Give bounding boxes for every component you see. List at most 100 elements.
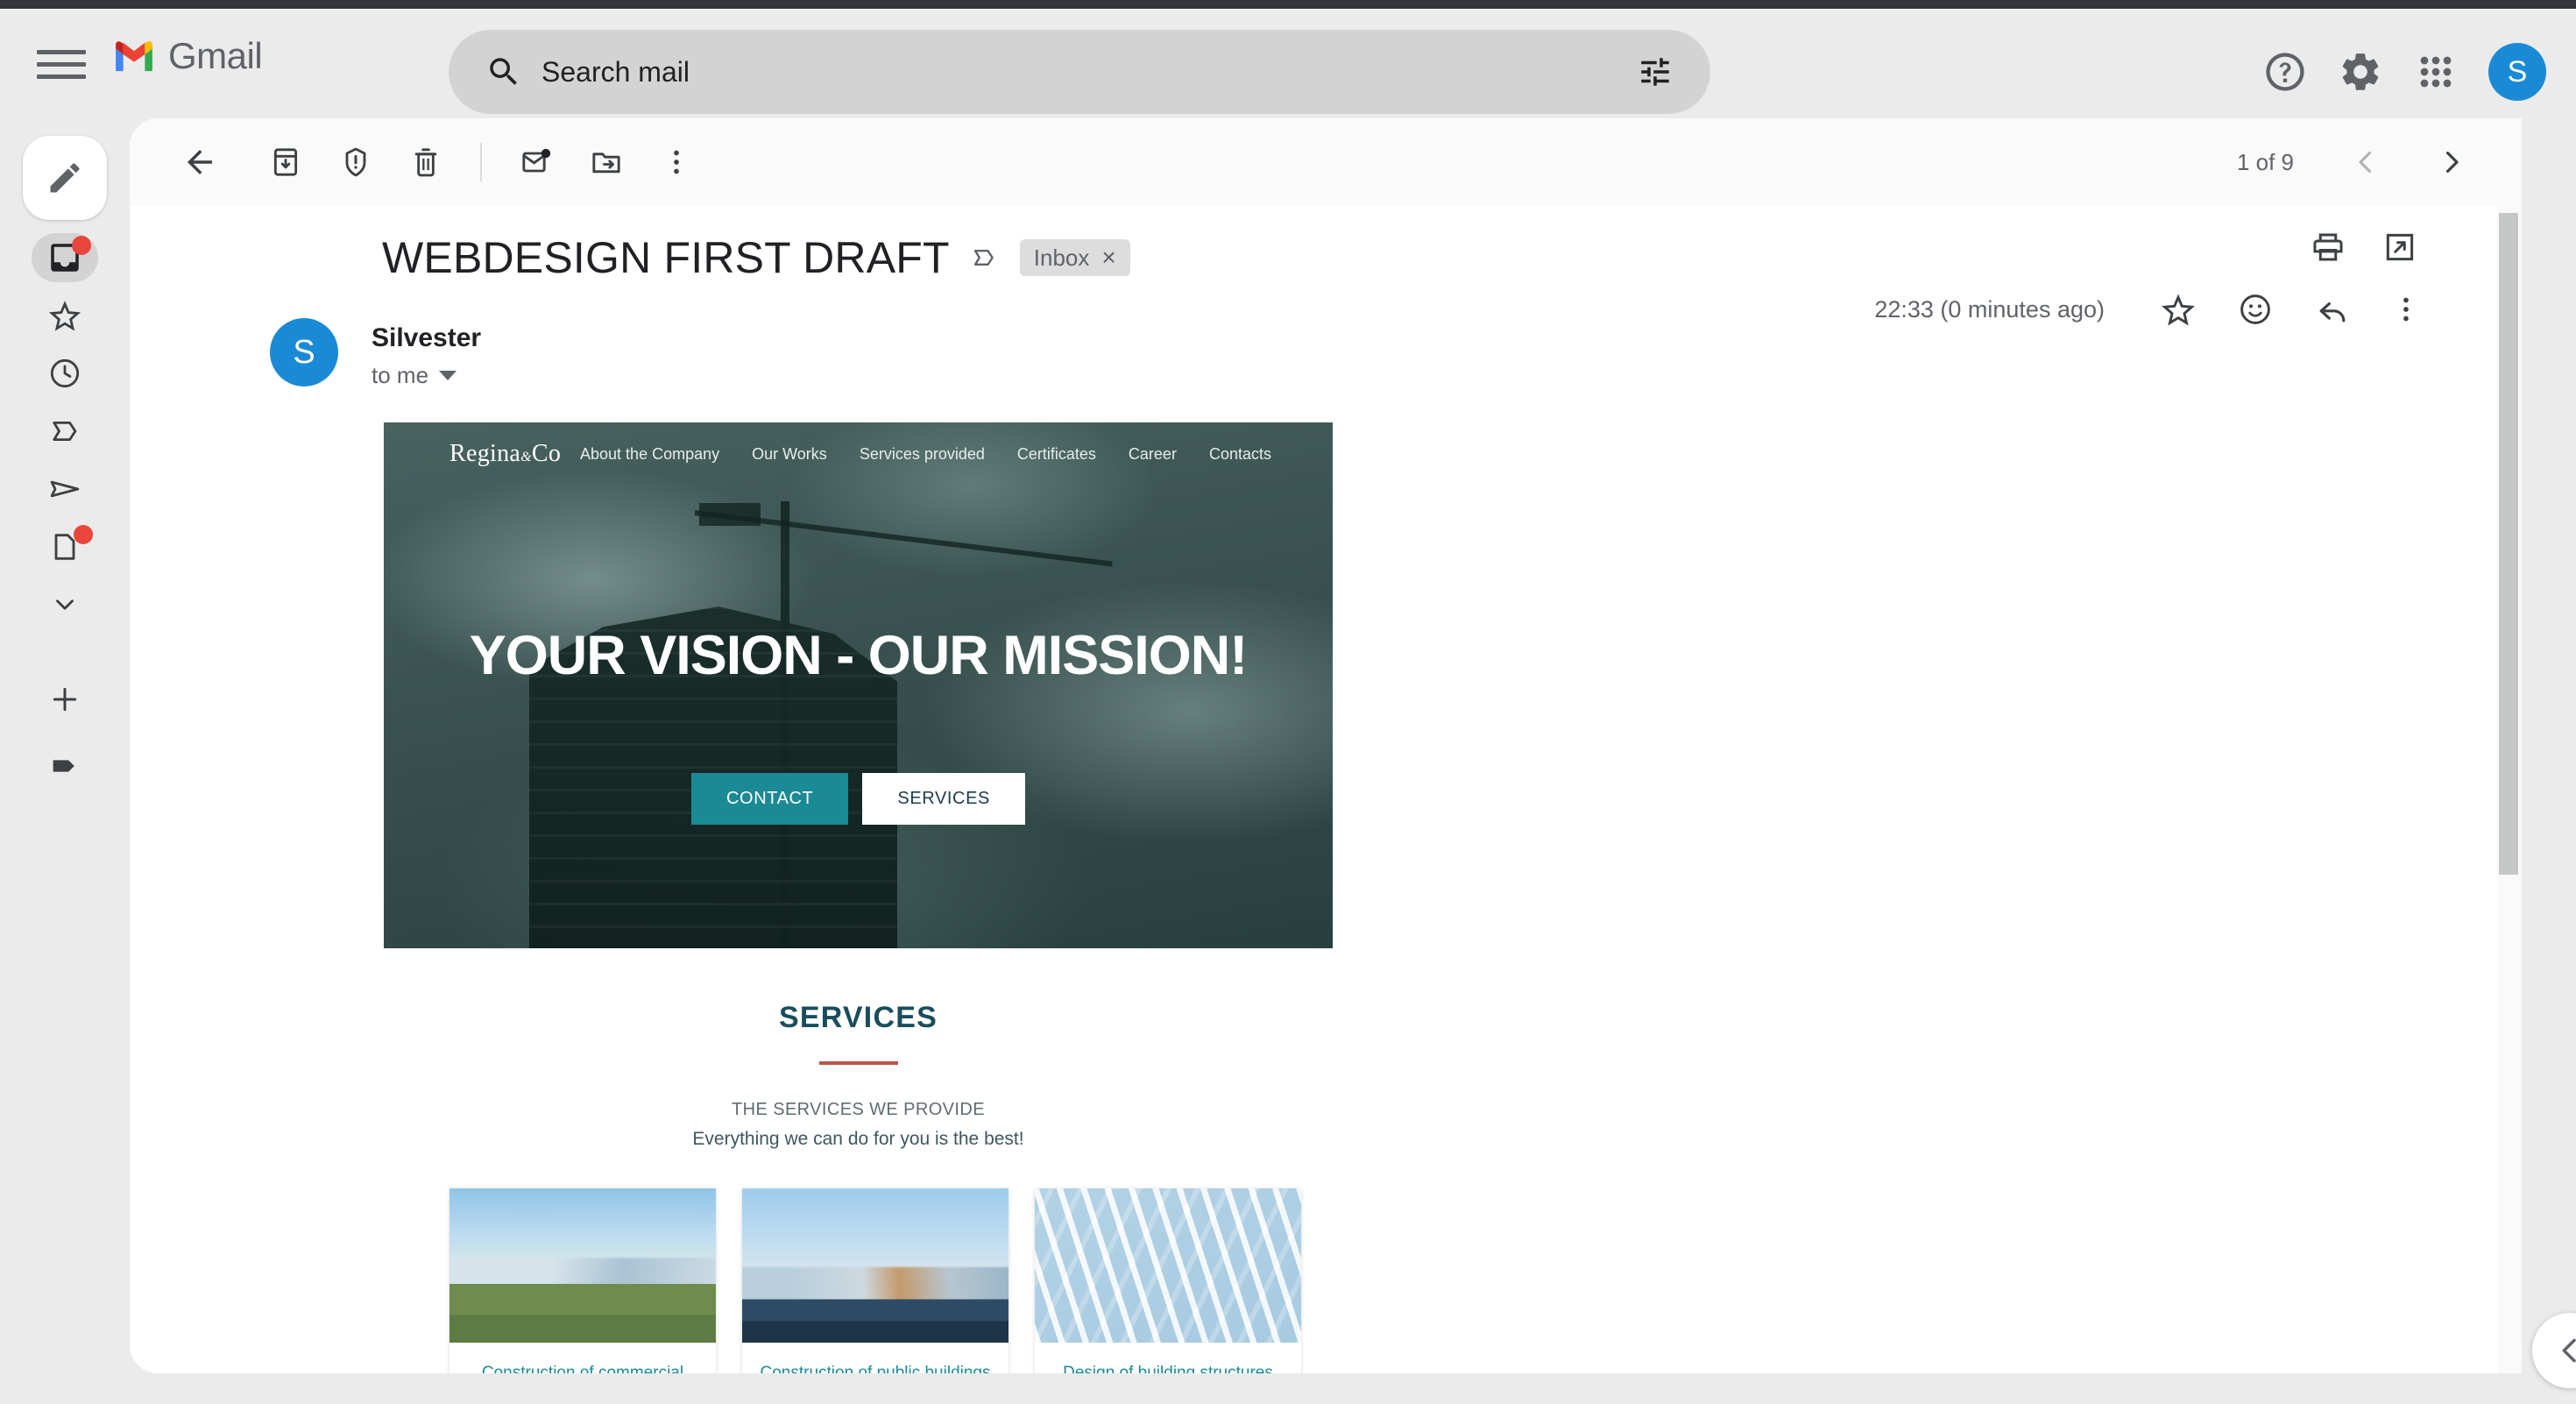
chevron-right-icon — [2445, 151, 2459, 174]
more-vertical-icon[interactable] — [2390, 294, 2422, 325]
reply-icon[interactable] — [2313, 290, 2352, 329]
mark-unread-button[interactable] — [501, 127, 571, 197]
sidebar-item-drafts[interactable] — [32, 520, 98, 574]
sidebar-item-important[interactable] — [32, 404, 98, 458]
brand-label: Gmail — [168, 35, 263, 76]
subject-actions — [2310, 229, 2418, 266]
sidebar-item-inbox[interactable] — [32, 230, 98, 285]
sidebar-item-snoozed[interactable] — [32, 346, 98, 401]
label-chevron-icon[interactable] — [969, 243, 999, 273]
service-card[interactable]: Construction of public buildings More — [742, 1188, 1008, 1373]
sender-avatar[interactable]: S — [270, 318, 338, 386]
gear-icon[interactable] — [2338, 49, 2383, 95]
commercial-building-photo — [449, 1188, 716, 1343]
nav-link-our-works[interactable]: Our Works — [752, 445, 827, 464]
services-subtitle: THE SERVICES WE PROVIDE — [732, 1100, 985, 1119]
nav-link-about[interactable]: About the Company — [580, 445, 719, 464]
crane-cab — [699, 503, 761, 526]
archive-icon — [273, 148, 298, 176]
app-header: Gmail Search mail S — [0, 9, 2576, 118]
contact-button[interactable]: CONTACT — [691, 773, 849, 825]
report-spam-button[interactable] — [321, 127, 391, 197]
hamburger-menu-icon[interactable] — [37, 44, 86, 84]
nav-link-career[interactable]: Career — [1129, 445, 1177, 464]
header-actions: S — [2262, 30, 2546, 114]
avatar-letter: S — [2507, 54, 2528, 89]
nav-link-services-provided[interactable]: Services provided — [860, 445, 985, 464]
help-icon[interactable] — [2262, 49, 2308, 95]
services-section: SERVICES THE SERVICES WE PROVIDE Everyth… — [384, 948, 1333, 1373]
services-cards: Construction of commercial buildings Mor… — [449, 1188, 1301, 1373]
archive-button[interactable] — [251, 127, 321, 197]
chevron-down-icon — [439, 371, 457, 380]
nav-link-certificates[interactable]: Certificates — [1017, 445, 1096, 464]
sidebar-item-labels[interactable] — [32, 739, 98, 793]
sidebar-item-sent[interactable] — [32, 462, 98, 516]
message-toolbar: 1 of 9 — [130, 118, 2522, 206]
window-top-strip — [0, 0, 2576, 9]
message-scrollbar-thumb[interactable] — [2499, 213, 2518, 875]
page-title: WEBDESIGN FIRST DRAFT — [382, 233, 950, 282]
sidebar-item-more[interactable] — [32, 578, 98, 632]
email-message: WEBDESIGN FIRST DRAFT Inbox × S Silveste… — [130, 206, 2497, 1373]
drafts-badge — [74, 525, 93, 544]
side-panel-toggle[interactable] — [2532, 1313, 2576, 1388]
move-to-folder-button[interactable] — [571, 127, 641, 197]
send-paper-plane-icon — [50, 480, 80, 498]
label-chip-inbox[interactable]: Inbox × — [1019, 239, 1130, 276]
avatar[interactable]: S — [2488, 43, 2546, 101]
label-tag-icon — [53, 760, 74, 772]
chevron-down-icon — [56, 599, 74, 610]
search-options-icon[interactable] — [1637, 53, 1674, 90]
pagination-label: 1 of 9 — [2236, 148, 2294, 175]
service-card[interactable]: Design of building structures More — [1035, 1188, 1301, 1373]
sender-avatar-letter: S — [293, 333, 315, 371]
message-pane: 1 of 9 WEBDESIGN FIRST DRAFT Inbox × S S… — [130, 118, 2522, 1373]
mark-unread-icon — [522, 148, 551, 173]
sidebar-add-label-button[interactable] — [32, 672, 98, 727]
more-options-button[interactable] — [641, 127, 711, 197]
site-logo-amp: & — [520, 450, 532, 464]
gmail-logo-icon — [116, 41, 152, 72]
chevron-left-icon — [2359, 151, 2372, 174]
site-logo[interactable]: Regina&Co — [449, 440, 561, 468]
previous-email-button[interactable] — [2331, 127, 2401, 197]
next-email-button[interactable] — [2417, 127, 2487, 197]
apps-grid-icon[interactable] — [2413, 49, 2459, 95]
label-chip-text: Inbox — [1033, 244, 1090, 271]
pagination: 1 of 9 — [2237, 118, 2487, 206]
gmail-brand[interactable]: Gmail — [112, 35, 263, 77]
nav-link-contacts[interactable]: Contacts — [1209, 445, 1271, 464]
search-input[interactable] — [541, 55, 1637, 89]
pencil-compose-icon — [50, 163, 80, 193]
recipient-toggle[interactable]: to me — [372, 362, 481, 389]
search-bar[interactable] — [449, 30, 1710, 114]
service-card[interactable]: Construction of commercial buildings Mor… — [449, 1188, 716, 1373]
sender-meta: Silvester to me — [372, 318, 481, 389]
recipient-label: to me — [372, 362, 429, 388]
service-card-caption: Design of building structures — [1063, 1364, 1273, 1373]
delete-button[interactable] — [391, 127, 461, 197]
add-reaction-icon[interactable] — [2236, 290, 2275, 329]
label-chevron-icon — [53, 421, 77, 442]
service-card-caption: Construction of commercial buildings — [481, 1364, 684, 1373]
chevron-left-icon — [2562, 1338, 2576, 1363]
print-icon[interactable] — [2310, 229, 2346, 266]
open-in-new-window-icon[interactable] — [2381, 229, 2418, 266]
inbox-unread-badge — [72, 236, 91, 255]
sidebar-item-starred[interactable] — [32, 288, 98, 343]
site-logo-suffix: Co — [531, 440, 562, 467]
message-timestamp: 22:33 (0 minutes ago) — [1874, 295, 2105, 323]
site-nav: Regina&Co About the Company Our Works Se… — [384, 422, 1333, 486]
sender-name: Silvester — [372, 323, 482, 352]
services-button[interactable]: SERVICES — [862, 773, 1025, 825]
service-card-caption: Construction of public buildings — [760, 1364, 991, 1373]
email-html-content: Regina&Co About the Company Our Works Se… — [384, 422, 1333, 1373]
star-icon[interactable] — [2159, 290, 2197, 329]
back-button[interactable] — [165, 127, 235, 197]
hero-buttons: CONTACT SERVICES — [384, 773, 1333, 825]
close-icon[interactable]: × — [1101, 245, 1115, 270]
compose-button[interactable] — [23, 136, 107, 220]
section-divider — [818, 1061, 898, 1065]
message-scrollbar-track[interactable] — [2497, 160, 2522, 1373]
